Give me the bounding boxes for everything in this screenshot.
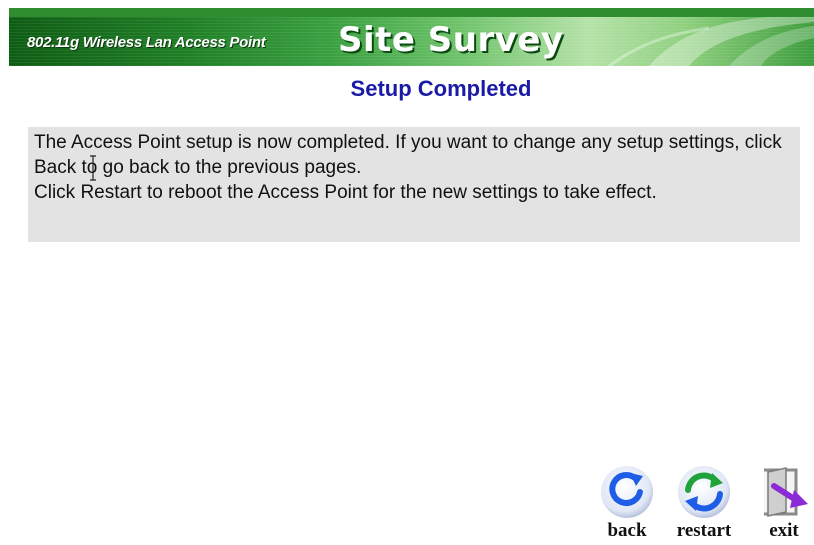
restart-cycle-icon: [678, 466, 730, 518]
restart-label: restart: [676, 520, 732, 541]
back-button[interactable]: back: [594, 464, 660, 545]
banner-subtitle: 802.11g Wireless Lan Access Point: [27, 34, 266, 51]
back-arrow-circle-icon: [601, 466, 653, 518]
banner-title: Site Survey: [338, 20, 564, 60]
message-text: The Access Point setup is now completed.…: [34, 130, 799, 205]
message-line-2: Click Restart to reboot the Access Point…: [34, 182, 657, 203]
message-box: The Access Point setup is now completed.…: [28, 127, 800, 242]
exit-button[interactable]: exit: [754, 464, 814, 545]
exit-door-arrow-icon: [764, 467, 808, 517]
page-title: Setup Completed: [350, 76, 532, 101]
restart-button[interactable]: restart: [664, 464, 744, 545]
text-cursor-icon: [90, 155, 96, 181]
header-banner: 802.11g Wireless Lan Access Point Site S…: [9, 8, 814, 66]
exit-label: exit: [769, 520, 799, 541]
page: 802.11g Wireless Lan Access Point Site S…: [0, 0, 814, 545]
message-line-1: The Access Point setup is now completed.…: [34, 132, 782, 178]
back-label: back: [607, 520, 647, 541]
